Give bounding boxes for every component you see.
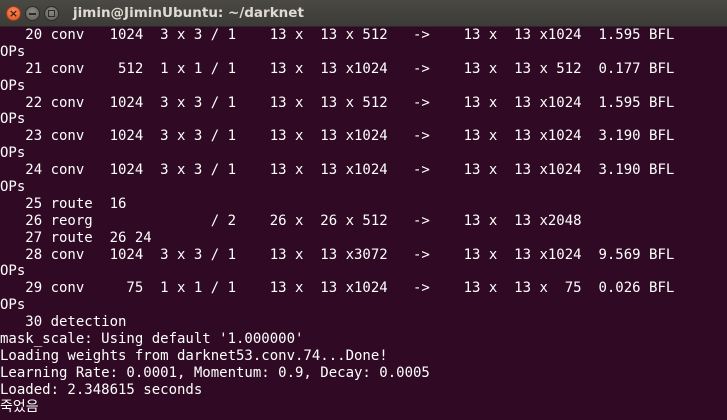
terminal-window: × jimin@JiminUbuntu: ~/darknet 20 conv 1… [0, 0, 727, 420]
terminal-line: OPs [0, 111, 26, 128]
minimize-glyph [29, 13, 36, 15]
terminal-line: OPs [0, 43, 26, 60]
terminal-line: Loading weights from darknet53.conv.74..… [0, 347, 388, 364]
title-bar[interactable]: × jimin@JiminUbuntu: ~/darknet [0, 0, 727, 27]
terminal-line: OPs [0, 297, 26, 314]
terminal-line: 22 conv 1024 3 x 3 / 1 13 x 13 x 512 -> … [0, 94, 675, 111]
terminal-line: 29 conv 75 1 x 1 / 1 13 x 13 x1024 -> 13… [0, 280, 675, 297]
maximize-window-icon[interactable] [44, 6, 59, 21]
terminal-line: 23 conv 1024 3 x 3 / 1 13 x 13 x1024 -> … [0, 128, 675, 145]
terminal-line: 20 conv 1024 3 x 3 / 1 13 x 13 x 512 -> … [0, 27, 675, 43]
terminal-line: 25 route 16 [0, 195, 127, 212]
terminal-line: 27 route 26 24 [0, 229, 152, 246]
terminal-line: Loaded: 2.348615 seconds [0, 381, 203, 398]
window-title: jimin@JiminUbuntu: ~/darknet [73, 5, 304, 21]
terminal-line: 24 conv 1024 3 x 3 / 1 13 x 13 x1024 -> … [0, 162, 675, 179]
terminal-line: 28 conv 1024 3 x 3 / 1 13 x 13 x3072 -> … [0, 246, 675, 263]
terminal-line: 26 reorg / 2 26 x 26 x 512 -> 13 x 13 x2… [0, 212, 582, 229]
terminal-line: 30 detection [0, 314, 127, 331]
terminal-line: OPs [0, 145, 26, 162]
terminal-line: Learning Rate: 0.0001, Momentum: 0.9, De… [0, 364, 430, 381]
terminal-line: 죽었음 [0, 398, 39, 415]
maximize-glyph [48, 10, 55, 17]
terminal-line: mask_scale: Using default '1.000000' [0, 331, 304, 348]
terminal-line: OPs [0, 179, 26, 196]
terminal-line: 21 conv 512 1 x 1 / 1 13 x 13 x1024 -> 1… [0, 60, 675, 77]
terminal-output[interactable]: 20 conv 1024 3 x 3 / 1 13 x 13 x 512 -> … [0, 27, 727, 420]
terminal-line: OPs [0, 263, 26, 280]
close-window-icon[interactable]: × [6, 6, 21, 21]
terminal-line: OPs [0, 77, 26, 94]
minimize-window-icon[interactable] [25, 6, 40, 21]
